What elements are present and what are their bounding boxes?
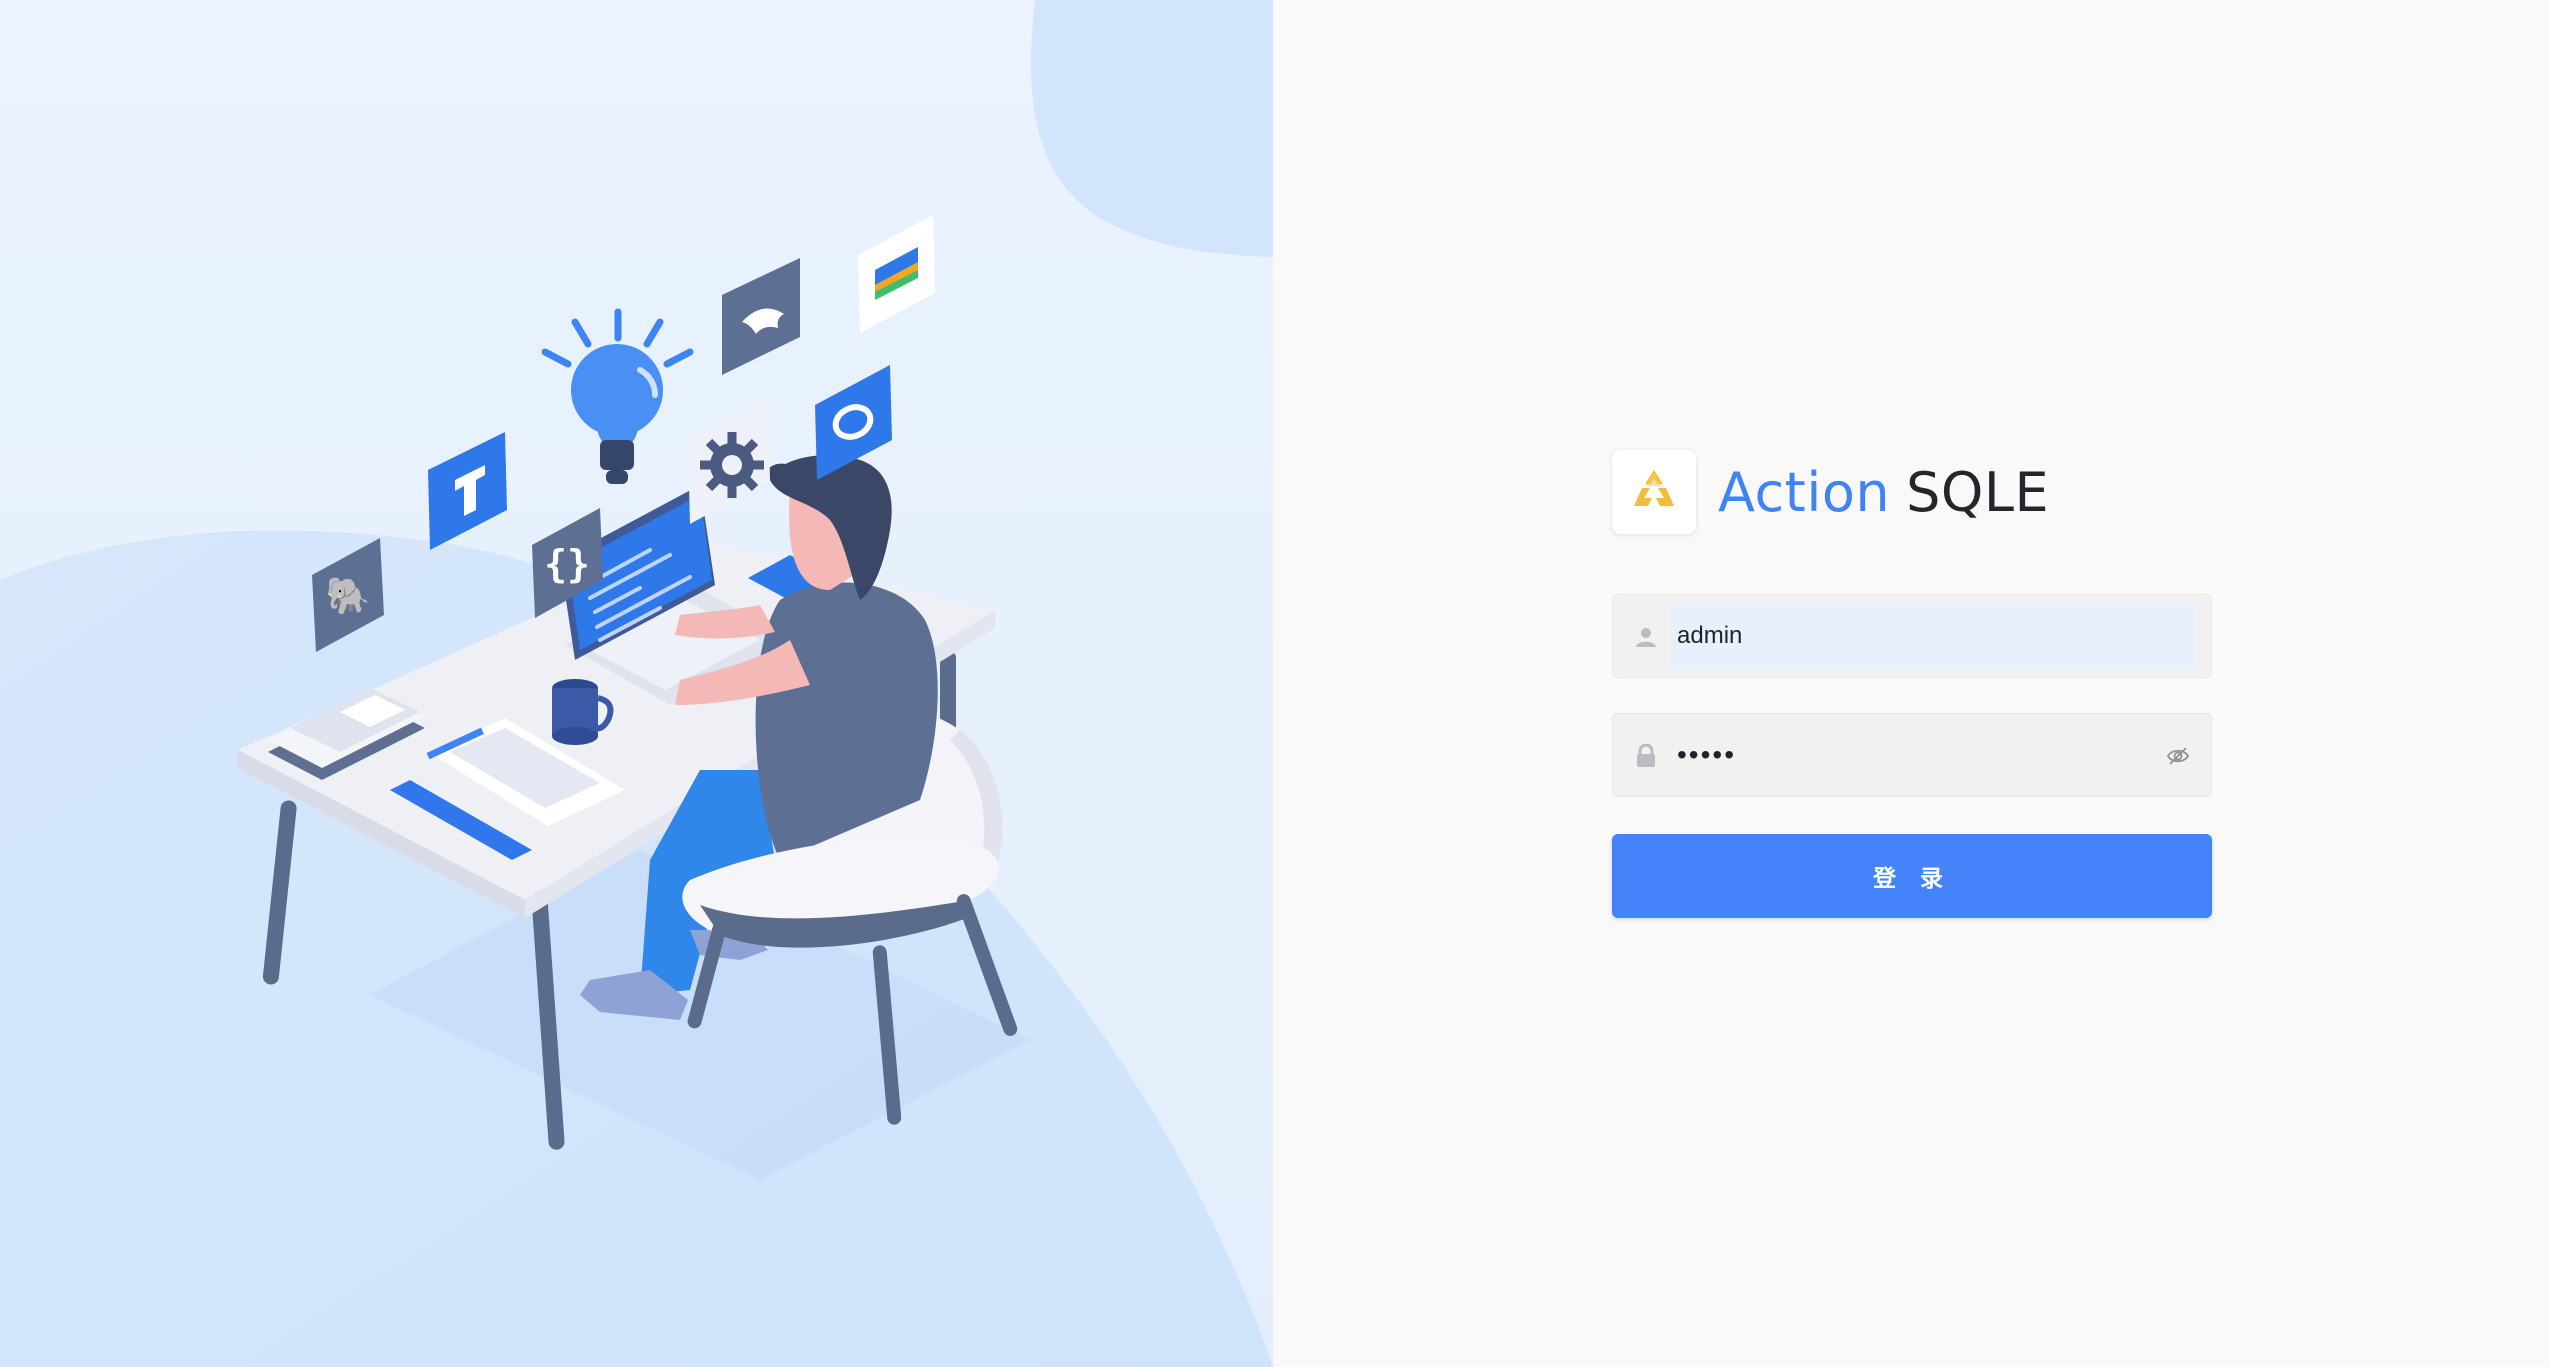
brand-header: Action SQLE <box>1612 449 2049 535</box>
username-field <box>1612 594 2212 678</box>
login-button[interactable]: 登 录 <box>1612 834 2212 918</box>
password-input[interactable] <box>1669 722 2151 788</box>
gear-icon <box>688 398 770 524</box>
tidb-icon <box>428 432 507 550</box>
recycle-logo-icon <box>1612 450 1696 534</box>
developer-desk-illustration: 🐘 {} <box>238 215 1030 1180</box>
mysql-dolphin-icon <box>722 258 800 375</box>
postgresql-icon: 🐘 <box>312 538 384 652</box>
brand-name: Action SQLE <box>1718 461 2049 524</box>
eye-invisible-icon[interactable] <box>2163 741 2193 771</box>
brand-name-sqle: SQLE <box>1906 460 2050 524</box>
lock-icon <box>1631 741 1661 771</box>
svg-text:{}: {} <box>544 542 590 586</box>
svg-text:🐘: 🐘 <box>326 576 371 617</box>
user-icon <box>1631 622 1661 652</box>
lightbulb-icon <box>541 308 694 484</box>
chart-card-icon <box>858 215 935 333</box>
username-input[interactable] <box>1669 603 2195 669</box>
illustration-panel: 🐘 {} <box>0 0 1273 1367</box>
password-field <box>1612 713 2212 797</box>
brand-name-action: Action <box>1718 460 1891 524</box>
login-panel: ActionSQLE 登 录 <box>1273 0 2549 1367</box>
